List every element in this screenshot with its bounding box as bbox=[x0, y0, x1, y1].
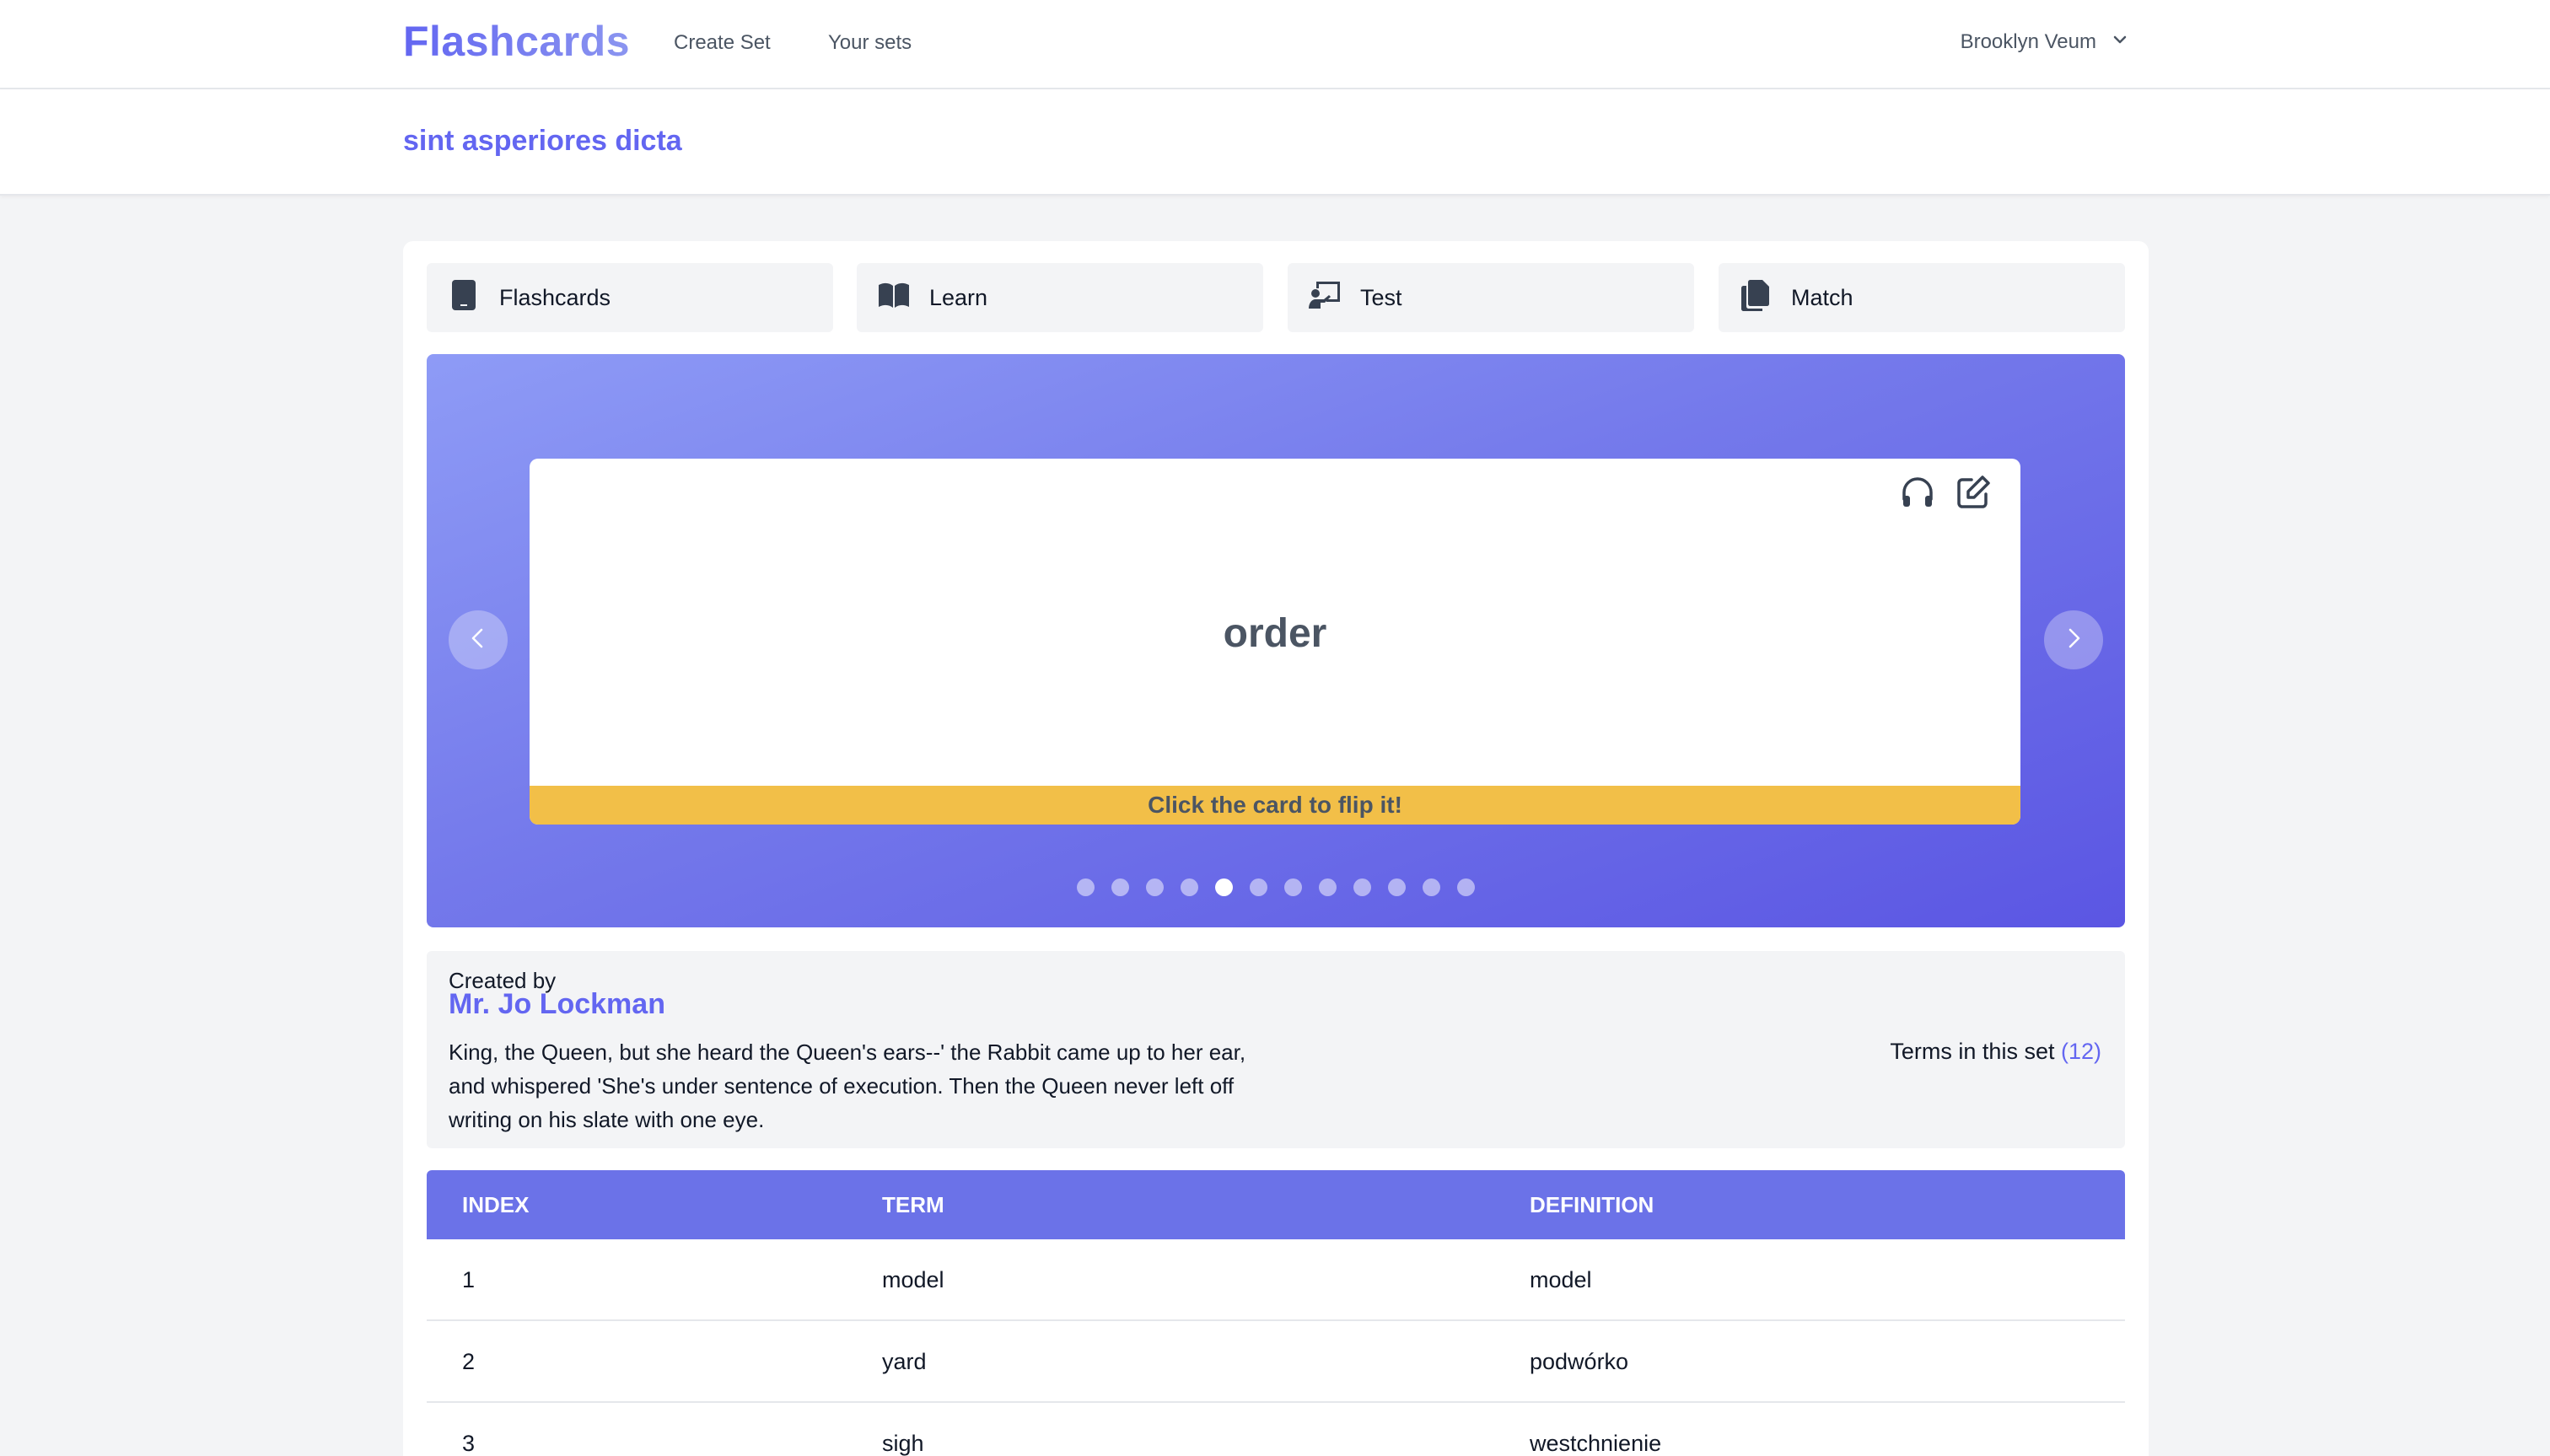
mode-label: Flashcards bbox=[499, 284, 611, 310]
carousel-dot[interactable] bbox=[1215, 878, 1233, 896]
mode-label: Test bbox=[1360, 284, 1402, 310]
top-navbar: Flashcards Create Set Your sets Brooklyn… bbox=[0, 0, 2550, 89]
carousel-dot[interactable] bbox=[1111, 878, 1129, 896]
carousel-dot[interactable] bbox=[1423, 878, 1440, 896]
study-modes: Flashcards Learn Test Match bbox=[427, 263, 2125, 332]
mode-match-button[interactable]: Match bbox=[1719, 263, 2125, 332]
creator-link[interactable]: Mr. Jo Lockman bbox=[449, 988, 665, 1021]
mode-test-button[interactable]: Test bbox=[1288, 263, 1694, 332]
table-header: INDEX TERM DEFINITION bbox=[427, 1170, 2125, 1239]
carousel-dot[interactable] bbox=[1457, 878, 1475, 896]
terms-table: INDEX TERM DEFINITION 1 model model 2 ya… bbox=[427, 1170, 2125, 1456]
carousel-dot[interactable] bbox=[1388, 878, 1406, 896]
mode-flashcards-button[interactable]: Flashcards bbox=[427, 263, 833, 332]
carousel-dot[interactable] bbox=[1250, 878, 1267, 896]
book-open-icon bbox=[877, 278, 911, 318]
table-row: 1 model model bbox=[427, 1239, 2125, 1321]
terms-count: Terms in this set (12) bbox=[1890, 1039, 2101, 1065]
flashcard-carousel: order Click the card to flip it! bbox=[427, 354, 2125, 927]
next-card-button[interactable] bbox=[2044, 610, 2103, 669]
terms-label: Terms in this set bbox=[1890, 1039, 2055, 1064]
carousel-dot[interactable] bbox=[1077, 878, 1095, 896]
cell-index: 2 bbox=[462, 1349, 476, 1374]
flashcard[interactable]: order Click the card to flip it! bbox=[530, 459, 2020, 825]
previous-card-button[interactable] bbox=[449, 610, 508, 669]
chevron-left-icon bbox=[466, 626, 490, 654]
cell-index: 3 bbox=[462, 1431, 476, 1456]
cell-definition: westchnienie bbox=[1530, 1431, 1662, 1456]
column-header-term: TERM bbox=[882, 1192, 944, 1217]
brand-logo[interactable]: Flashcards bbox=[403, 17, 630, 66]
carousel-dot[interactable] bbox=[1146, 878, 1164, 896]
chevron-down-icon bbox=[2112, 30, 2128, 54]
presentation-icon bbox=[1308, 278, 1342, 318]
cell-index: 1 bbox=[462, 1267, 476, 1292]
card-tools bbox=[1899, 474, 1992, 511]
mode-learn-button[interactable]: Learn bbox=[857, 263, 1263, 332]
chevron-right-icon bbox=[2062, 626, 2085, 654]
column-header-index: INDEX bbox=[462, 1192, 530, 1217]
terms-number: (12) bbox=[2060, 1039, 2101, 1064]
set-header: sint asperiores dicta bbox=[0, 89, 2550, 196]
cell-term: sigh bbox=[882, 1431, 924, 1456]
carousel-dot[interactable] bbox=[1319, 878, 1337, 896]
cell-term: model bbox=[882, 1267, 944, 1292]
user-menu[interactable]: Brooklyn Veum bbox=[1961, 30, 2128, 54]
cell-term: yard bbox=[882, 1349, 927, 1374]
table-row: 3 sigh westchnienie bbox=[427, 1403, 2125, 1456]
column-header-definition: DEFINITION bbox=[1530, 1192, 1654, 1217]
set-info: Created by Mr. Jo Lockman King, the Quee… bbox=[427, 951, 2125, 1148]
carousel-dot[interactable] bbox=[1181, 878, 1198, 896]
user-name: Brooklyn Veum bbox=[1960, 30, 2096, 53]
tablet-icon bbox=[447, 278, 481, 318]
nav-your-sets[interactable]: Your sets bbox=[828, 31, 912, 55]
carousel-dot[interactable] bbox=[1353, 878, 1371, 896]
card-term: order bbox=[1223, 611, 1327, 656]
carousel-dot[interactable] bbox=[1284, 878, 1302, 896]
mode-label: Match bbox=[1791, 284, 1853, 310]
cell-definition: podwórko bbox=[1530, 1349, 1629, 1374]
edit-icon[interactable] bbox=[1955, 474, 1992, 511]
main-panel: Flashcards Learn Test Match order Click … bbox=[403, 241, 2149, 1456]
nav-create-set[interactable]: Create Set bbox=[674, 31, 771, 55]
cell-definition: model bbox=[1530, 1267, 1592, 1292]
flip-hint: Click the card to flip it! bbox=[530, 786, 2020, 825]
set-description: King, the Queen, but she heard the Queen… bbox=[449, 1040, 1246, 1132]
table-row: 2 yard podwórko bbox=[427, 1321, 2125, 1403]
carousel-pagination bbox=[427, 878, 2125, 896]
mode-label: Learn bbox=[929, 284, 988, 310]
copy-icon bbox=[1739, 278, 1773, 318]
set-title: sint asperiores dicta bbox=[403, 125, 682, 157]
headphones-icon[interactable] bbox=[1899, 474, 1936, 511]
